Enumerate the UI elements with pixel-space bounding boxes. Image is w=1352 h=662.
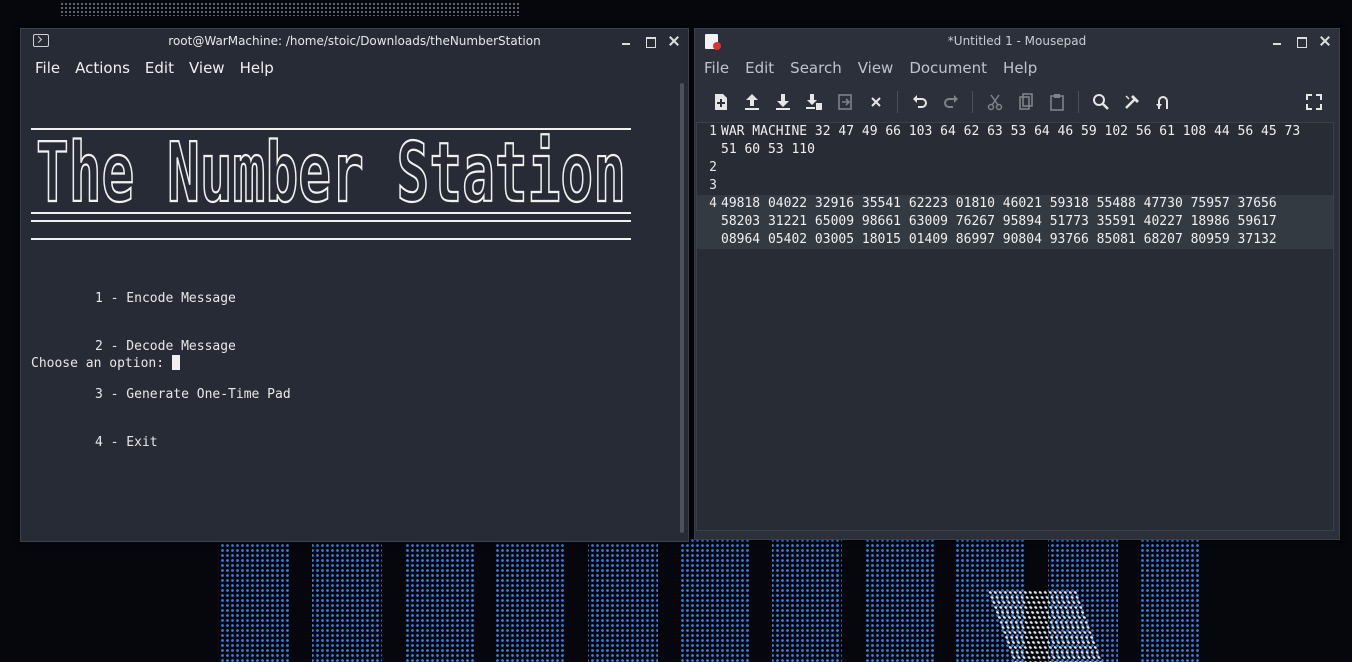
terminal-options-list: 1 - Encode Message 2 - Decode Message 3 … [95,259,291,483]
text-cursor [171,355,180,370]
mousepad-menu-help[interactable]: Help [1003,59,1037,77]
undo-icon[interactable] [904,87,935,117]
editor-line-3[interactable]: 3 [697,177,1333,195]
find-icon[interactable] [1085,87,1116,117]
line-text[interactable]: WAR MACHINE 32 47 49 66 103 64 62 63 53 … [719,123,1319,159]
terminal-title: root@WarMachine: /home/stoic/Downloads/t… [168,34,541,48]
line-number: 1 [709,124,717,139]
minimize-icon[interactable] [620,35,632,47]
mousepad-menu-document[interactable]: Document [909,59,987,77]
terminal-icon [33,34,49,47]
toolbar-separator [972,91,973,113]
mousepad-menubar: File Edit Search View Document Help [695,53,1339,83]
fullscreen-icon[interactable] [1298,87,1329,117]
paste-icon[interactable] [1041,87,1072,117]
ascii-banner-text: The Number Station [36,126,626,221]
terminal-menu-actions[interactable]: Actions [75,59,130,77]
terminal-titlebar[interactable]: root@WarMachine: /home/stoic/Downloads/t… [21,29,688,53]
terminal-menu-edit[interactable]: Edit [145,59,174,77]
terminal-menu-view[interactable]: View [189,59,225,77]
line-text[interactable] [719,177,1319,195]
terminal-scrollbar[interactable] [680,83,684,533]
line-number: 2 [709,160,717,175]
cut-icon[interactable] [979,87,1010,117]
open-icon[interactable] [736,87,767,117]
copy-icon[interactable] [1010,87,1041,117]
find-replace-icon[interactable] [1116,87,1147,117]
editor-line-2[interactable]: 2 [697,159,1333,177]
close-tab-icon[interactable] [860,87,891,117]
terminal-output[interactable]: The Number Station 1 - Encode Message 2 … [21,83,676,535]
close-icon[interactable] [668,35,680,47]
toolbar-separator [1078,91,1079,113]
wallpaper-dots [60,2,520,16]
mousepad-window-controls [1271,29,1331,53]
prompt-text: Choose an option: [31,356,172,371]
mousepad-menu-file[interactable]: File [704,59,729,77]
editor-line-1[interactable]: 1 WAR MACHINE 32 47 49 66 103 64 62 63 5… [697,123,1333,159]
terminal-window[interactable]: root@WarMachine: /home/stoic/Downloads/t… [20,28,689,542]
line-text[interactable] [719,159,1319,177]
terminal-menu-file[interactable]: File [35,59,60,77]
terminal-menu-help[interactable]: Help [240,59,274,77]
mousepad-title: *Untitled 1 - Mousepad [947,34,1087,48]
minimize-icon[interactable] [1271,35,1283,47]
mousepad-window[interactable]: *Untitled 1 - Mousepad File Edit Search … [694,28,1340,540]
mousepad-titlebar[interactable]: *Untitled 1 - Mousepad [695,29,1339,53]
option-decode: 2 - Decode Message [95,339,236,354]
redo-icon[interactable] [935,87,966,117]
editor-line-4-current[interactable]: 4 49818 04022 32916 35541 62223 01810 46… [697,195,1333,249]
option-encode: 1 - Encode Message [95,291,236,306]
terminal-window-controls [620,29,680,53]
line-text[interactable]: 49818 04022 32916 35541 62223 01810 4602… [719,195,1319,249]
new-document-icon[interactable] [705,87,736,117]
line-number: 3 [709,178,717,193]
maximize-icon[interactable] [1295,35,1307,48]
text-editor-area[interactable]: 1 WAR MACHINE 32 47 49 66 103 64 62 63 5… [696,122,1334,531]
terminal-prompt[interactable]: Choose an option: [31,355,180,371]
goto-icon[interactable] [1147,87,1178,117]
save-icon[interactable] [767,87,798,117]
toolbar-separator [897,91,898,113]
terminal-menubar: File Actions Edit View Help [21,53,688,83]
line-number: 4 [709,196,717,211]
option-exit: 4 - Exit [95,435,158,450]
mousepad-menu-view[interactable]: View [858,59,894,77]
option-generate-pad: 3 - Generate One-Time Pad [95,387,291,402]
maximize-icon[interactable] [644,35,656,48]
mousepad-menu-search[interactable]: Search [790,59,842,77]
reload-icon[interactable] [829,87,860,117]
save-as-icon[interactable] [798,87,829,117]
close-icon[interactable] [1319,35,1331,47]
mousepad-app-icon [705,34,721,50]
ascii-banner: The Number Station [31,125,631,240]
mousepad-menu-edit[interactable]: Edit [745,59,774,77]
mousepad-toolbar [695,83,1339,121]
